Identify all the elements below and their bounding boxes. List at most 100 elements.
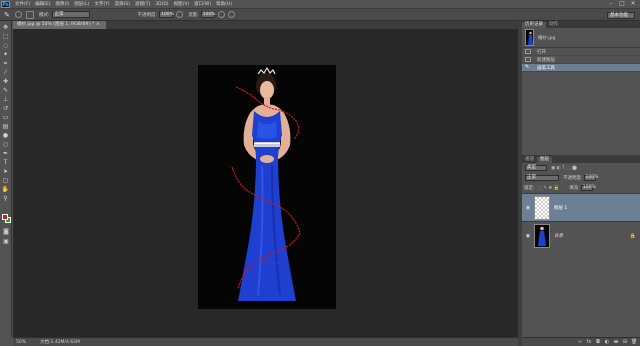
fill-label: 填充: — [569, 186, 580, 191]
airbrush-icon[interactable] — [217, 11, 225, 18]
menu-3d[interactable]: 3D(D) — [155, 2, 168, 7]
history-item[interactable]: 打开 — [522, 48, 640, 56]
filter-icons[interactable]: ▣ ◐ T ⬚ ⬤ — [551, 166, 577, 171]
menu-type[interactable]: 文字(Y) — [94, 1, 109, 7]
snapshot-thumbnail — [525, 29, 534, 46]
zoom-level[interactable]: 50% — [16, 340, 26, 345]
hand-tool-icon[interactable]: ✋ — [2, 186, 10, 194]
brush-tool-preset-icon[interactable]: ✎ — [4, 11, 12, 19]
workspace-select[interactable]: 基本功能 — [607, 12, 635, 19]
menu-filter[interactable]: 滤镜(T) — [135, 1, 150, 7]
adjustment-layer-icon[interactable]: ◐ — [604, 339, 610, 345]
delete-layer-icon[interactable]: 🗑 — [631, 339, 637, 345]
link-layers-icon[interactable]: ∞ — [577, 339, 583, 345]
new-group-icon[interactable]: ▬ — [613, 339, 619, 345]
opacity-label: 不透明度: — [137, 12, 158, 18]
quick-select-tool-icon[interactable]: ✦ — [2, 51, 10, 59]
close-button[interactable]: ✕ — [628, 1, 638, 7]
screen-mode-icon[interactable]: ▣ — [2, 238, 10, 246]
move-tool-icon[interactable]: ✥ — [2, 24, 10, 32]
layer-opacity-label: 不透明度: — [563, 176, 583, 181]
marquee-tool-icon[interactable]: ⬚ — [2, 33, 10, 41]
menu-image[interactable]: 图像(I) — [55, 1, 69, 7]
history-item-label: 打开 — [537, 49, 546, 55]
tab-history[interactable]: 历史记录 — [522, 22, 546, 28]
layers-panel-tabs: 通道 图层 — [522, 155, 640, 163]
flow-input[interactable]: 100% — [200, 11, 215, 18]
eye-icon[interactable]: ◉ — [525, 233, 531, 239]
history-brush-tool-icon[interactable]: ↺ — [2, 105, 10, 113]
options-bar: ✎ 模式: 正常 不透明度: 100% 流量: 100% 基本功能 — [0, 8, 640, 21]
brush-size-picker[interactable] — [15, 11, 22, 18]
eyedropper-tool-icon[interactable]: ⁄ — [2, 69, 10, 77]
add-mask-icon[interactable]: ◘ — [595, 339, 601, 345]
minimize-button[interactable]: – — [606, 1, 616, 7]
snapshot-name: 婚纱.jpg — [538, 35, 556, 41]
quick-mask-icon[interactable]: ◙ — [2, 228, 10, 236]
blur-tool-icon[interactable]: ● — [2, 132, 10, 140]
fill-input[interactable]: 100% — [580, 185, 596, 191]
dodge-tool-icon[interactable]: ○ — [2, 141, 10, 149]
tab-channels[interactable]: 通道 — [522, 157, 537, 163]
menu-help[interactable]: 帮助(H) — [216, 1, 232, 7]
layer-kind-filter[interactable]: 类型 — [525, 165, 547, 171]
brush-panel-toggle-icon[interactable] — [26, 10, 34, 19]
layer-name[interactable]: 背景 — [554, 233, 563, 239]
lock-icon: 🔒 — [629, 232, 636, 239]
crop-tool-icon[interactable]: ⌗ — [2, 60, 10, 68]
layer-row[interactable]: ◉ 图层 1 — [522, 193, 640, 221]
history-item-label: 新建图层 — [537, 57, 555, 63]
layer-name[interactable]: 图层 1 — [554, 205, 567, 211]
menu-bar: Ps 文件(F) 编辑(E) 图像(I) 图层(L) 文字(Y) 选择(S) 滤… — [0, 0, 640, 8]
history-panel-tabs: 历史记录 动作 — [522, 21, 640, 28]
layer-row[interactable]: ◉ 背景 🔒 — [522, 221, 640, 249]
document-icon — [525, 49, 531, 54]
mode-label: 模式: — [39, 12, 50, 18]
layers-panel-footer: ∞ fx ◘ ◐ ▬ ⊞ 🗑 — [522, 337, 640, 346]
menu-select[interactable]: 选择(S) — [115, 1, 130, 7]
lock-icons[interactable]: ⬚ ✎ ✥ 🔒 — [538, 186, 560, 191]
mode-select[interactable]: 正常 — [51, 11, 90, 18]
document-tab-bar: 婚纱.jpg @ 50% (图层 1, RGB/8#) * × — [13, 21, 518, 29]
blend-mode-select[interactable]: 正常 — [525, 175, 559, 181]
document-canvas-photo[interactable] — [198, 65, 336, 309]
zoom-tool-icon[interactable]: ⚲ — [2, 195, 10, 203]
document-tab[interactable]: 婚纱.jpg @ 50% (图层 1, RGB/8#) * × — [13, 21, 106, 29]
history-item[interactable]: ✎ 画笔工具 — [522, 64, 640, 72]
foreground-color-swatch[interactable] — [2, 214, 8, 220]
healing-brush-tool-icon[interactable]: ✚ — [2, 78, 10, 86]
tab-layers[interactable]: 图层 — [537, 157, 552, 163]
shape-tool-icon[interactable]: ▢ — [2, 177, 10, 185]
photoshop-logo: Ps — [1, 0, 10, 8]
pressure-opacity-icon[interactable] — [176, 11, 184, 18]
new-layer-icon[interactable]: ⊞ — [622, 339, 628, 345]
history-snapshot[interactable]: 婚纱.jpg — [522, 28, 640, 48]
lock-row: 锁定: ⬚ ✎ ✥ 🔒 填充: 100% — [522, 183, 640, 193]
path-select-tool-icon[interactable]: ➤ — [2, 168, 10, 176]
menu-layer[interactable]: 图层(L) — [74, 1, 89, 7]
status-bar: 50% 文档:2.42M/4.62M — [13, 337, 518, 346]
pressure-size-icon[interactable] — [227, 11, 235, 18]
history-panel-empty-area — [522, 72, 640, 152]
menu-edit[interactable]: 编辑(E) — [35, 1, 50, 7]
tab-actions[interactable]: 动作 — [546, 22, 561, 28]
lasso-tool-icon[interactable]: ◌ — [2, 42, 10, 50]
brush-tool-icon[interactable]: ✎ — [2, 87, 10, 95]
menu-file[interactable]: 文件(F) — [15, 1, 30, 7]
eye-icon[interactable]: ◉ — [525, 205, 531, 211]
menu-window[interactable]: 窗口(W) — [194, 1, 211, 7]
lock-label: 锁定: — [524, 186, 535, 191]
clone-stamp-tool-icon[interactable]: ⊥ — [2, 96, 10, 104]
layer-opacity-input[interactable]: 100% — [583, 175, 598, 181]
history-item[interactable]: 新建图层 — [522, 56, 640, 64]
type-tool-icon[interactable]: T — [2, 159, 10, 167]
maximize-button[interactable]: □ — [617, 1, 627, 7]
opacity-input[interactable]: 100% — [159, 11, 174, 18]
flow-label: 流量: — [188, 12, 199, 18]
layer-style-icon[interactable]: fx — [586, 339, 592, 345]
pen-tool-icon[interactable]: ✒ — [2, 150, 10, 158]
menu-view[interactable]: 视图(V) — [174, 1, 190, 7]
eraser-tool-icon[interactable]: ▭ — [2, 114, 10, 122]
gradient-tool-icon[interactable]: ▤ — [2, 123, 10, 131]
history-item-label: 画笔工具 — [537, 65, 555, 71]
